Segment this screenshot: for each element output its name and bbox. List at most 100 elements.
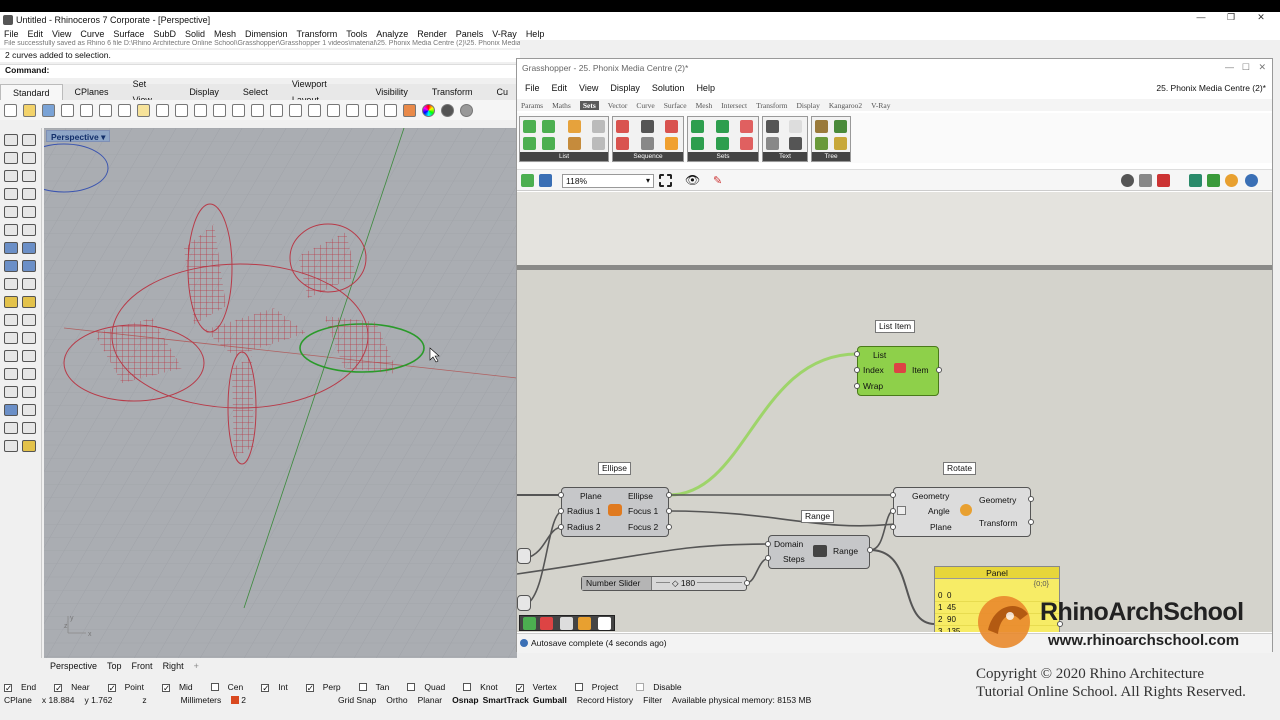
bake-icon[interactable] <box>1189 174 1202 187</box>
tab-select[interactable]: Select <box>231 84 280 100</box>
rotate-input-angle[interactable]: Angle <box>928 506 950 516</box>
rotate-output-geometry[interactable]: Geometry <box>979 495 1016 505</box>
new-file-icon[interactable] <box>4 103 17 117</box>
osnap-vertex[interactable]: ✓ Vertex <box>515 682 566 692</box>
tab-cu[interactable]: Cu <box>484 84 520 100</box>
copy-icon[interactable] <box>118 103 131 117</box>
zoom-extents-icon[interactable] <box>251 103 264 117</box>
gh-tab-sets[interactable]: Sets <box>579 100 599 110</box>
gh-tab-mesh[interactable]: Mesh <box>696 101 713 110</box>
port-dot[interactable] <box>890 508 896 514</box>
grid-icon[interactable] <box>22 422 36 434</box>
osnap-project[interactable]: Project <box>574 682 627 692</box>
port-dot[interactable] <box>890 492 896 498</box>
undo-icon[interactable] <box>156 103 169 117</box>
menu-tools[interactable]: Tools <box>346 29 367 39</box>
ellipse-input-radius2[interactable]: Radius 2 <box>567 522 601 532</box>
tab-standard[interactable]: Standard <box>0 83 63 101</box>
tree-tool-icon[interactable] <box>815 120 828 133</box>
port-dot[interactable] <box>854 351 860 357</box>
port-dot[interactable] <box>1028 496 1034 502</box>
param-stub-2[interactable] <box>517 595 531 611</box>
tree-tool-icon[interactable] <box>815 137 828 150</box>
sequence-tool-icon[interactable] <box>641 120 654 133</box>
gh-menu-view[interactable]: View <box>579 83 598 93</box>
menu-render[interactable]: Render <box>417 29 447 39</box>
widget-icon[interactable] <box>540 617 553 630</box>
perspective-viewport[interactable]: y x z <box>44 128 517 658</box>
sketch-pen-icon[interactable]: ✎ <box>713 174 722 187</box>
light-icon[interactable] <box>365 103 378 117</box>
four-view-icon[interactable] <box>289 103 302 117</box>
polyline-icon[interactable] <box>4 152 18 164</box>
zoom-extents-icon[interactable] <box>659 174 672 187</box>
port-dot[interactable] <box>744 580 750 586</box>
boolean-icon[interactable] <box>4 296 18 308</box>
save-icon[interactable] <box>42 103 55 117</box>
surface-icon[interactable] <box>4 242 18 254</box>
list-tool-icon[interactable] <box>568 120 581 133</box>
history-icon[interactable] <box>4 422 18 434</box>
select-arrow-icon[interactable] <box>4 134 18 146</box>
menu-solid[interactable]: Solid <box>185 29 205 39</box>
port-dot[interactable] <box>666 492 672 498</box>
port-dot[interactable] <box>936 367 942 373</box>
port-dot[interactable] <box>666 508 672 514</box>
status-layer[interactable]: 2 <box>231 695 256 705</box>
list-tool-icon[interactable] <box>523 120 536 133</box>
render-tool-icon[interactable] <box>22 278 36 290</box>
viewport-label[interactable]: Perspective ▾ <box>46 130 111 142</box>
rectangle-icon[interactable] <box>22 188 36 200</box>
sequence-tool-icon[interactable] <box>665 137 678 150</box>
print-icon[interactable] <box>61 103 74 117</box>
zoom-dropdown-icon[interactable]: ▾ <box>646 175 650 187</box>
gh-tab-params[interactable]: Params <box>521 101 543 110</box>
range-input-domain[interactable]: Domain <box>774 539 803 549</box>
maximize-icon[interactable]: ❐ <box>1216 12 1246 23</box>
menu-subd[interactable]: SubD <box>153 29 176 39</box>
gh-menu-display[interactable]: Display <box>610 83 640 93</box>
range-component[interactable]: Domain Steps Range <box>768 535 870 569</box>
menu-view[interactable]: View <box>52 29 71 39</box>
sequence-tool-icon[interactable] <box>616 137 629 150</box>
gh-save-icon[interactable] <box>539 174 552 187</box>
tab-cplanes[interactable]: CPlanes <box>63 84 121 100</box>
settings-sphere-icon[interactable] <box>1245 174 1258 187</box>
menu-edit[interactable]: Edit <box>28 29 44 39</box>
gh-minimize-icon[interactable]: — <box>1225 62 1234 72</box>
gh-menu-solution[interactable]: Solution <box>652 83 685 93</box>
menu-transform[interactable]: Transform <box>297 29 338 39</box>
preview-mode-icon[interactable] <box>1121 174 1134 187</box>
slider-track[interactable] <box>656 582 742 583</box>
close-icon[interactable]: ✕ <box>1246 12 1276 23</box>
cplane-icon[interactable] <box>308 103 321 117</box>
status-gumball[interactable]: Gumball <box>533 695 567 705</box>
text-tool-icon[interactable] <box>766 120 779 133</box>
osnap-cen[interactable]: Cen <box>210 682 253 692</box>
sets-tool-icon[interactable] <box>716 120 729 133</box>
gh-menu-help[interactable]: Help <box>696 83 715 93</box>
preview-eye-icon[interactable]: 👁 <box>685 173 700 187</box>
gh-maximize-icon[interactable]: ☐ <box>1242 62 1250 73</box>
preview-selected-icon[interactable] <box>1157 174 1170 187</box>
material-sphere-icon[interactable] <box>460 103 473 117</box>
scale-icon[interactable] <box>22 386 36 398</box>
rotate-input-geometry[interactable]: Geometry <box>912 491 949 501</box>
menu-mesh[interactable]: Mesh <box>214 29 236 39</box>
osnap-quad[interactable]: Quad <box>407 682 454 692</box>
widget-icon[interactable] <box>560 617 573 630</box>
tab-visibility[interactable]: Visibility <box>363 84 419 100</box>
list-tool-icon[interactable] <box>523 137 536 150</box>
ellipse-tool-icon[interactable] <box>4 188 18 200</box>
param-stub-1[interactable] <box>517 548 531 564</box>
ellipse-input-radius1[interactable]: Radius 1 <box>567 506 601 516</box>
text-tool-icon[interactable] <box>789 137 802 150</box>
status-filter[interactable]: Filter <box>643 695 662 705</box>
ellipse-component[interactable]: Plane Radius 1 Radius 2 Ellipse Focus 1 … <box>561 487 669 537</box>
rotate-input-plane[interactable]: Plane <box>930 522 952 532</box>
status-planar[interactable]: Planar <box>418 695 443 705</box>
point-icon[interactable] <box>22 134 36 146</box>
status-ortho[interactable]: Ortho <box>386 695 407 705</box>
paste-icon[interactable] <box>137 103 150 117</box>
osnap-point[interactable]: ✓ Point <box>107 682 153 692</box>
